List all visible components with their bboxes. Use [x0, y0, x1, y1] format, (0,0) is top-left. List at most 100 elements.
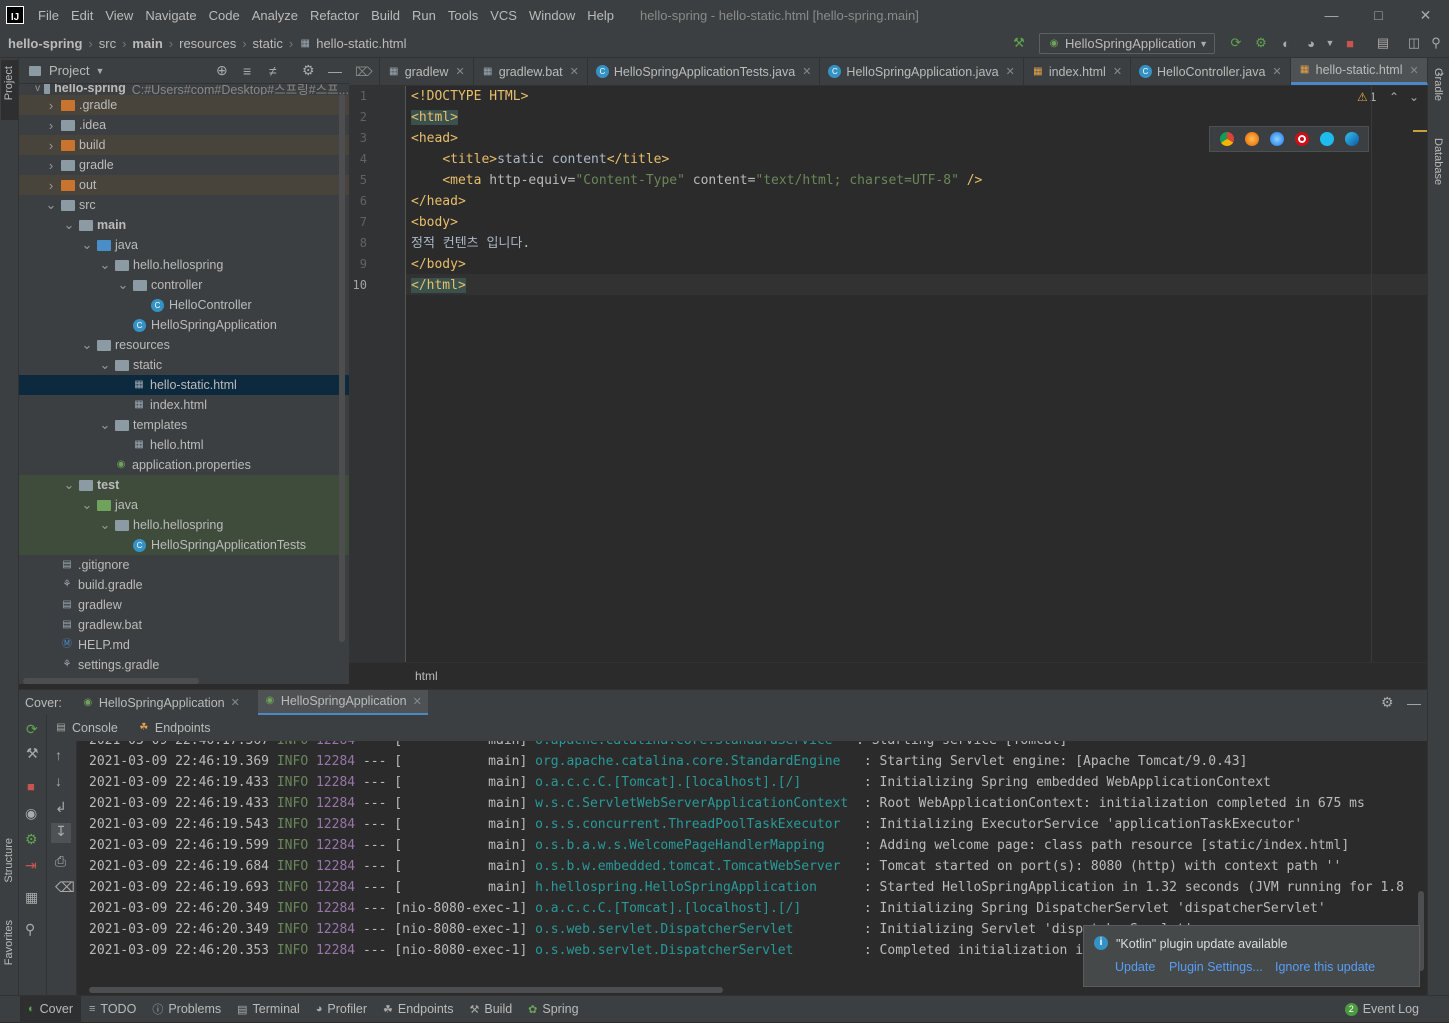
tree-item[interactable]: ⌄ java [19, 495, 349, 515]
chevron-down-icon[interactable]: ⌄ [99, 417, 111, 433]
internet-explorer-icon[interactable] [1319, 132, 1334, 146]
tree-item[interactable]: C HelloSpringApplication [19, 315, 349, 335]
tree-scrollbar[interactable] [339, 94, 345, 642]
tab-gradlew[interactable]: ▦ gradlew ✕ [380, 58, 474, 85]
chevron-down-icon[interactable]: ⌄ [63, 477, 75, 493]
hide-panel-icon[interactable]: — [328, 63, 342, 79]
breadcrumb-project[interactable]: hello-spring [8, 36, 82, 51]
menu-view[interactable]: View [99, 8, 139, 23]
next-highlight-icon[interactable]: ⌄ [1409, 90, 1419, 104]
tab-hellocontroller[interactable]: C HelloController.java ✕ [1131, 58, 1291, 85]
tree-item[interactable]: Ⓜ HELP.md [19, 635, 349, 655]
tree-item[interactable]: › out [19, 175, 349, 195]
camera-icon[interactable]: ◉ [25, 805, 37, 822]
breadcrumb-src[interactable]: src [99, 36, 116, 51]
chevron-down-icon[interactable]: ⌄ [45, 197, 57, 213]
tree-item[interactable]: › .idea [19, 115, 349, 135]
edge-icon[interactable] [1344, 132, 1359, 146]
safari-icon[interactable] [1269, 132, 1284, 146]
breadcrumb-html-tag[interactable]: html [415, 669, 438, 683]
chevron-right-icon[interactable]: › [45, 178, 57, 193]
tree-item[interactable]: ▤ gradlew.bat [19, 615, 349, 635]
previous-highlight-icon[interactable]: ⌃ [1389, 90, 1399, 104]
breadcrumb-resources[interactable]: resources [179, 36, 236, 51]
chevron-down-icon[interactable]: ⌄ [99, 257, 111, 273]
menu-help[interactable]: Help [581, 8, 620, 23]
menu-build[interactable]: Build [365, 8, 406, 23]
tree-item[interactable]: ⚘ settings.gradle [19, 655, 349, 675]
project-tool-tab[interactable]: Project [3, 66, 15, 100]
rerun-icon[interactable]: ⟳ [1228, 35, 1244, 51]
menu-code[interactable]: Code [203, 8, 246, 23]
menu-navigate[interactable]: Navigate [139, 8, 202, 23]
exit-icon[interactable]: ⇥ [25, 857, 37, 874]
tree-item[interactable]: ▦ index.html [19, 395, 349, 415]
search-everywhere-icon[interactable]: ⚲ [1428, 35, 1444, 51]
chevron-down-icon[interactable]: ⌄ [81, 237, 93, 253]
wrench-icon[interactable]: ⚒ [26, 745, 39, 762]
build-hammer-icon[interactable]: ⚒ [1011, 35, 1027, 51]
stop-icon[interactable]: ■ [27, 779, 35, 794]
menu-window[interactable]: Window [523, 8, 581, 23]
tree-item[interactable]: ⌄ controller [19, 275, 349, 295]
tool-endpoints[interactable]: ☘ Endpoints [375, 996, 461, 1023]
chevron-down-icon[interactable]: ▼ [95, 66, 104, 76]
breadcrumb-file[interactable]: hello-static.html [316, 36, 406, 51]
tree-item[interactable]: ▦ hello.html [19, 435, 349, 455]
plugin-settings-link[interactable]: Plugin Settings... [1169, 960, 1263, 974]
chevron-down-icon[interactable]: ⌄ [117, 277, 129, 293]
arrow-down-icon[interactable]: ↓ [55, 773, 62, 789]
project-view-select[interactable]: Project [49, 63, 89, 78]
warning-indicator[interactable]: ⚠ 1 [1357, 90, 1376, 104]
tool-terminal[interactable]: ▤ Terminal [229, 996, 308, 1023]
database-tool-tab[interactable]: Database [1432, 138, 1444, 185]
menu-refactor[interactable]: Refactor [304, 8, 365, 23]
firefox-icon[interactable] [1244, 132, 1259, 146]
tree-h-scrollbar[interactable] [23, 678, 199, 684]
tool-cover[interactable]: ◐ Cover [20, 995, 81, 1023]
soft-wrap-icon[interactable]: ↲ [55, 799, 67, 816]
menu-file[interactable]: File [32, 8, 65, 23]
debug-icon[interactable]: ⚙ [1253, 35, 1269, 51]
tab-index-html[interactable]: ▦ index.html ✕ [1024, 58, 1132, 85]
tool-problems[interactable]: ⓘ Problems [144, 996, 229, 1023]
hide-panel-icon[interactable]: — [1407, 695, 1421, 711]
coverage-icon[interactable]: ◐ [1278, 35, 1294, 51]
collapse-all-icon[interactable]: ≠ [269, 63, 277, 79]
run-tab-2[interactable]: ◉ HelloSpringApplication ✕ [257, 689, 428, 716]
locate-icon[interactable]: ⊕ [216, 62, 228, 79]
chevron-right-icon[interactable]: › [45, 98, 57, 113]
console-h-scrollbar[interactable] [89, 987, 723, 993]
more-run-chevron-icon[interactable]: ▼ [1322, 35, 1338, 51]
layout-icon[interactable]: ▦ [25, 889, 38, 906]
trash-icon[interactable]: ⌫ [55, 879, 75, 896]
expand-all-icon[interactable]: ≡ [243, 63, 251, 79]
stop-icon[interactable]: ■ [1342, 35, 1358, 51]
favorites-tool-tab[interactable]: Favorites [3, 920, 15, 965]
breadcrumb-static[interactable]: static [253, 36, 283, 51]
tool-todo[interactable]: ≡ TODO [81, 996, 144, 1023]
structure-tool-tab[interactable]: Structure [3, 838, 15, 883]
opera-icon[interactable] [1294, 132, 1309, 146]
menu-run[interactable]: Run [406, 8, 442, 23]
tree-item[interactable]: ▦ hello-static.html [19, 375, 349, 395]
tree-item[interactable]: ⌄ java [19, 235, 349, 255]
tab-endpoints[interactable]: ☘ Endpoints [138, 721, 210, 735]
tabs-scroll-left-icon[interactable]: ⌦ [349, 58, 380, 85]
tree-item[interactable]: C HelloController [19, 295, 349, 315]
chevron-down-icon[interactable]: ⌄ [63, 217, 75, 233]
tab-gradlew-bat[interactable]: ▦ gradlew.bat ✕ [474, 58, 588, 85]
tool-profiler[interactable]: ◕ Profiler [308, 996, 375, 1023]
tree-item[interactable]: › build [19, 135, 349, 155]
print-icon[interactable]: ⎙ [55, 853, 66, 870]
debug-icon[interactable]: ⚙ [25, 831, 38, 848]
tree-item[interactable]: ⌄ src [19, 195, 349, 215]
tree-item[interactable]: ⌄ hello.hellospring [19, 515, 349, 535]
tab-hellospringapplicationtests[interactable]: C HelloSpringApplicationTests.java ✕ [588, 58, 821, 85]
tree-item[interactable]: ⚘ build.gradle [19, 575, 349, 595]
chevron-right-icon[interactable]: › [45, 138, 57, 153]
warning-marker[interactable] [1413, 130, 1427, 132]
run-configuration-select[interactable]: ◉ HelloSpringApplication ▼ [1039, 33, 1215, 54]
chevron-down-icon[interactable]: ⌄ [81, 497, 93, 513]
tabs-dropdown-icon[interactable]: ⌄ [1428, 58, 1449, 85]
